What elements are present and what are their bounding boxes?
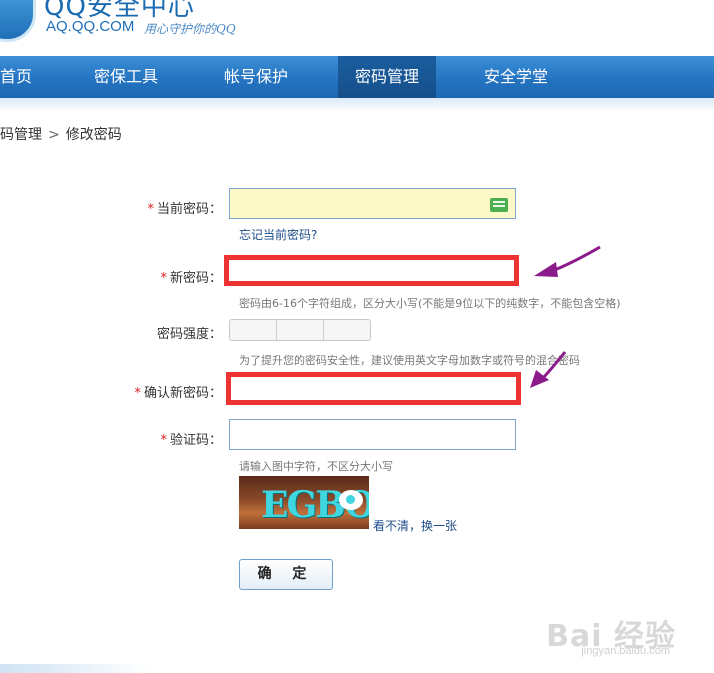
current-password-label: * 当前密码：	[147, 202, 222, 217]
captcha-refresh-link[interactable]: 看不清，换一张	[373, 517, 457, 534]
captcha-hint: 请输入图中字符，不区分大小写	[239, 460, 393, 473]
watermark-url: jingyan.baidu.com	[581, 645, 670, 657]
annotation-arrow-icon	[530, 351, 567, 388]
main-nav: 首页 密保工具 帐号保护 密码管理 安全学堂	[0, 56, 714, 98]
confirm-button[interactable]: 确 定	[239, 559, 333, 590]
password-strength-meter	[229, 319, 371, 341]
forgot-password-link[interactable]: 忘记当前密码?	[239, 226, 317, 243]
breadcrumb: 密码管理 > 修改密码	[0, 124, 122, 144]
breadcrumb-parent[interactable]: 密码管理	[0, 127, 42, 143]
annotation-arrow-icon	[534, 245, 601, 277]
breadcrumb-current: 修改密码	[65, 127, 122, 143]
captcha-label: * 验证码：	[160, 433, 222, 448]
captcha-image[interactable]: EGBO	[239, 476, 369, 529]
new-password-field[interactable]	[224, 255, 519, 286]
footer-decoration	[0, 664, 150, 673]
new-password-hint: 密码由6-16个字符组成，区分大小写(不能是9位以下的纯数字，不能包含空格)	[239, 297, 621, 310]
confirm-password-field[interactable]	[226, 372, 521, 405]
nav-shadow	[0, 98, 714, 112]
brand-slogan: 用心守护你的QQ	[144, 22, 236, 36]
new-password-label: * 新密码：	[160, 271, 222, 286]
breadcrumb-separator: >	[48, 127, 60, 143]
brand-url[interactable]: AQ.QQ.COM	[46, 18, 134, 35]
shield-logo-icon[interactable]	[0, 0, 36, 42]
password-strength-label: 密码强度：	[156, 327, 222, 342]
captcha-decoration	[339, 490, 363, 510]
watermark: Bai 经验 jingyan.baidu.com	[546, 611, 676, 657]
nav-item-security-tools[interactable]: 密保工具	[70, 56, 182, 98]
nav-item-home[interactable]: 首页	[0, 56, 44, 98]
nav-item-account-protection[interactable]: 帐号保护	[200, 56, 312, 98]
keyboard-icon[interactable]	[490, 198, 508, 212]
captcha-input[interactable]	[229, 419, 516, 450]
current-password-field[interactable]	[229, 188, 516, 219]
nav-item-security-school[interactable]: 安全学堂	[460, 56, 572, 98]
site-header: QQ安全中心 AQ.QQ.COM 用心守护你的QQ	[0, 0, 714, 56]
confirm-password-label: * 确认新密码：	[134, 386, 222, 401]
nav-item-password-management[interactable]: 密码管理	[338, 56, 436, 98]
